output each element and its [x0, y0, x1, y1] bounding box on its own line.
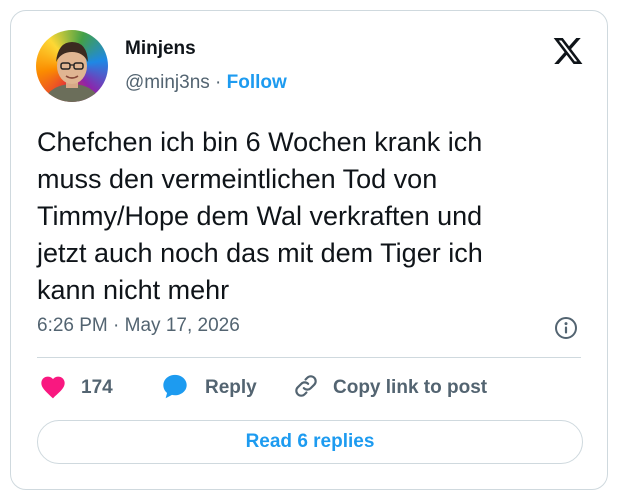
x-logo-icon[interactable]	[552, 35, 584, 67]
reply-label: Reply	[205, 377, 257, 398]
speech-bubble-icon	[161, 372, 189, 405]
tweet-card: Minjens @minj3ns · Follow Chefchen ich b…	[10, 10, 608, 490]
divider	[37, 357, 581, 358]
author-name[interactable]: Minjens	[125, 38, 196, 60]
avatar[interactable]	[36, 30, 108, 102]
author-handle[interactable]: @minj3ns	[125, 72, 210, 93]
avatar-portrait	[44, 42, 100, 102]
author-handle-row: @minj3ns · Follow	[125, 72, 287, 94]
follow-button[interactable]: Follow	[227, 72, 287, 93]
heart-icon	[39, 373, 67, 404]
like-count: 174	[81, 377, 113, 398]
reply-button[interactable]: Reply	[161, 373, 257, 403]
copy-link-label: Copy link to post	[333, 377, 488, 398]
tweet-timestamp[interactable]: 6:26 PM · May 17, 2026	[37, 315, 240, 337]
copy-link-button[interactable]: Copy link to post	[293, 373, 487, 403]
like-button[interactable]: 174	[39, 373, 113, 403]
read-replies-button[interactable]: Read 6 replies	[37, 420, 583, 464]
info-icon[interactable]	[554, 316, 578, 340]
tweet-text: Chefchen ich bin 6 Wochen krank ich muss…	[37, 127, 483, 305]
handle-separator: ·	[215, 72, 222, 93]
link-icon	[293, 373, 319, 404]
